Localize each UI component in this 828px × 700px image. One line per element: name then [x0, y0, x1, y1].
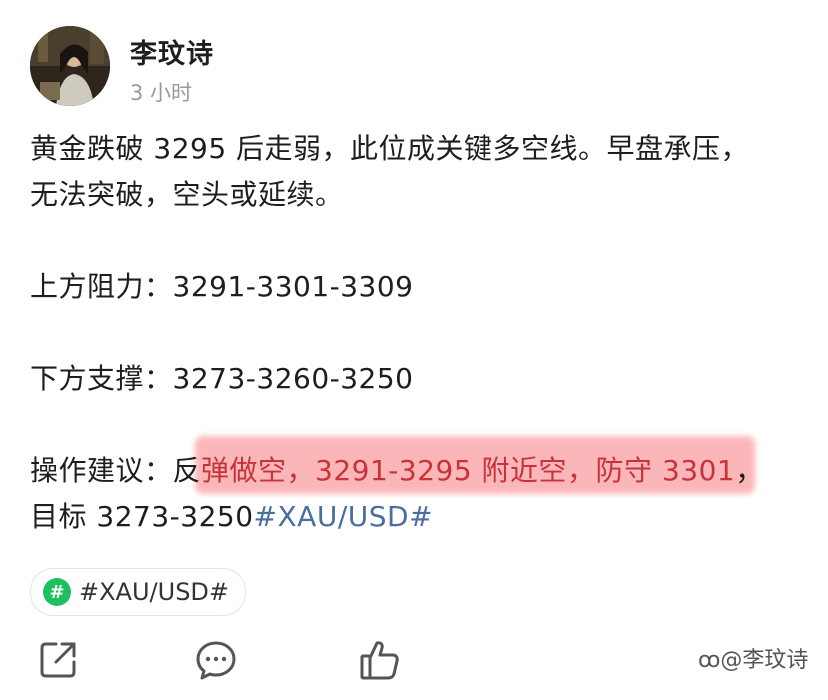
support-label: 下方支撑： — [30, 362, 173, 395]
avatar[interactable] — [30, 26, 110, 106]
share-icon — [40, 642, 76, 678]
support-line: 下方支撑：3273-3260-3250 — [30, 356, 820, 402]
like-button[interactable] — [358, 638, 402, 682]
advice-line: 操作建议：反弹做空，3291-3295 附近空，防守 3301， — [30, 448, 820, 494]
post-time: 3 小时 — [130, 81, 193, 105]
advice-highlight: 弹做空，3291-3295 附近空，防守 3301 — [201, 454, 736, 487]
advice-end: ， — [735, 454, 764, 487]
resistance-value: 3291-3301-3309 — [172, 270, 414, 303]
hashtag-link[interactable]: #XAU/USD# — [254, 500, 434, 533]
comment-button[interactable] — [194, 638, 238, 682]
topic-label: #XAU/USD# — [79, 578, 230, 606]
resistance-line: 上方阻力：3291-3301-3309 — [30, 264, 820, 310]
advice-text: 反 — [172, 454, 202, 487]
target-line: 目标 3273-3250#XAU/USD# — [30, 494, 820, 540]
share-button[interactable] — [36, 638, 80, 682]
post-line: 无法突破，空头或延续。 — [30, 178, 344, 211]
support-value: 3273-3260-3250 — [172, 362, 414, 395]
post-line: 黄金跌破 3295 后走弱，此位成关键多空线。早盘承压， — [30, 132, 750, 165]
hash-icon: # — [43, 578, 71, 606]
comment-icon — [196, 641, 236, 680]
author-name[interactable]: 李玟诗 — [130, 32, 214, 71]
target-text: 目标 3273-3250 — [30, 500, 254, 533]
watermark-text: @李玟诗 — [720, 648, 809, 673]
like-icon — [360, 641, 399, 680]
post-body: 黄金跌破 3295 后走弱，此位成关键多空线。早盘承压， 无法突破，空头或延续。… — [30, 126, 820, 540]
weibo-icon: ꝏ — [698, 648, 721, 673]
watermark: ꝏ@李玟诗 — [698, 642, 808, 674]
topic-chip[interactable]: # #XAU/USD# — [30, 568, 247, 616]
advice-label: 操作建议： — [30, 454, 173, 487]
resistance-label: 上方阻力： — [30, 270, 173, 303]
